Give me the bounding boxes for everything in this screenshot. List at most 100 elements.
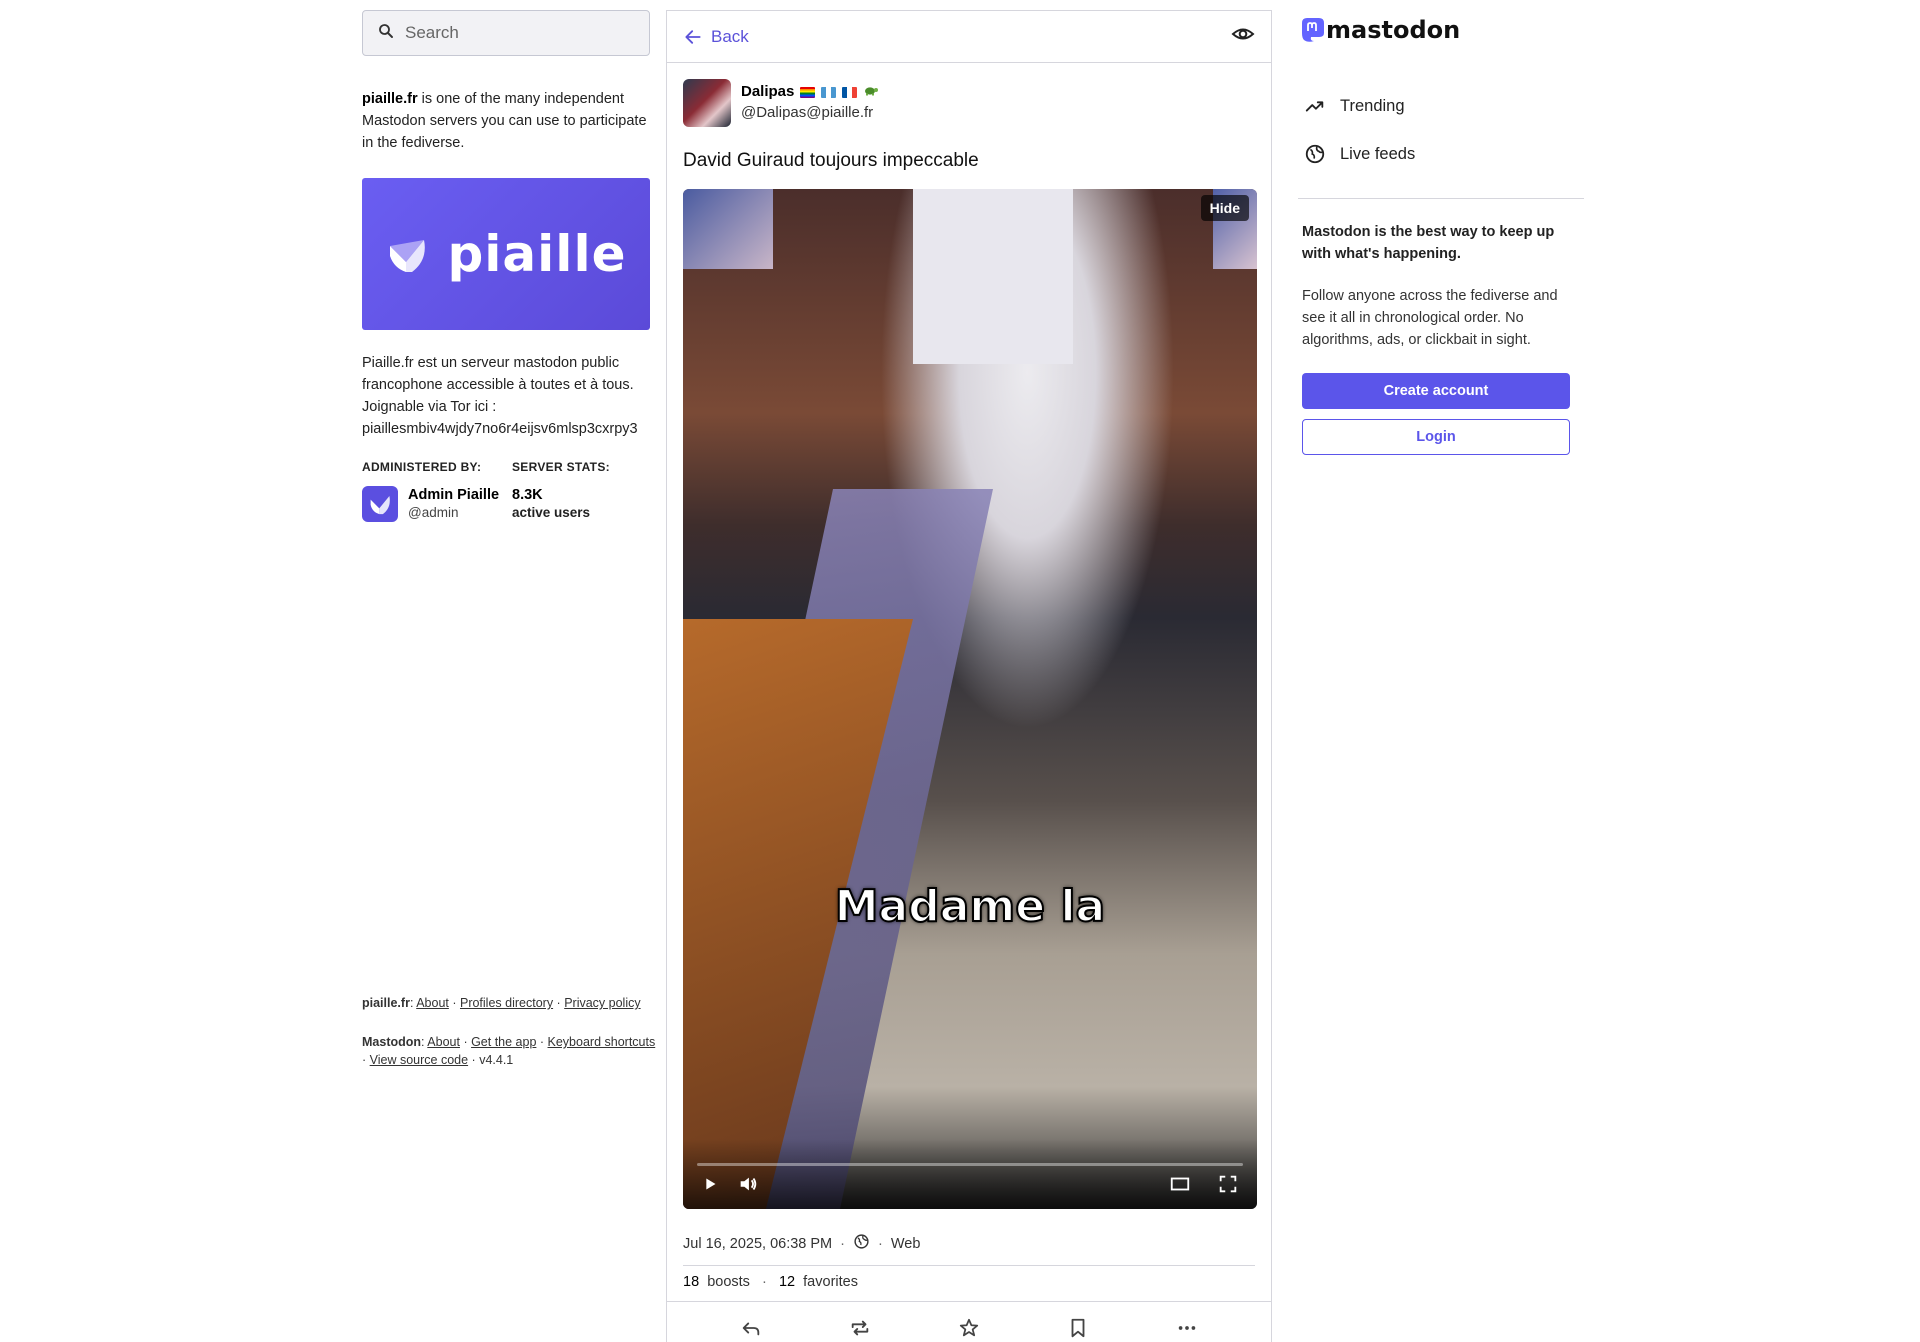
- hide-media-button[interactable]: Hide: [1200, 195, 1249, 221]
- admin-avatar[interactable]: [362, 486, 398, 522]
- admin-account[interactable]: Admin Piaille @admin: [362, 486, 512, 522]
- meta-separator: ·: [877, 1235, 883, 1252]
- video-progress-bar[interactable]: [697, 1163, 1243, 1166]
- mastodon-footer: Mastodon: About · Get the app · Keyboard…: [362, 1035, 656, 1067]
- arrow-left-icon: [685, 29, 701, 44]
- admin-name[interactable]: Admin Piaille: [408, 486, 499, 504]
- reply-icon[interactable]: [731, 1317, 771, 1339]
- volume-icon[interactable]: [737, 1173, 759, 1195]
- footer-version: v4.4.1: [479, 1053, 514, 1067]
- meta-separator: ·: [753, 1274, 775, 1290]
- signup-pitch-title: Mastodon is the best way to keep up with…: [1302, 224, 1555, 262]
- footer-get-app-link[interactable]: Get the app: [471, 1035, 536, 1049]
- boosts-link[interactable]: 18 boosts: [683, 1274, 750, 1290]
- more-icon[interactable]: [1167, 1317, 1207, 1339]
- fullscreen-icon[interactable]: [1217, 1173, 1239, 1195]
- nav-item-live-feeds[interactable]: Live feeds: [1298, 130, 1584, 178]
- status-detail-column: Back Dalipas @Dalipas@piaille.fr David G…: [666, 10, 1272, 1342]
- banner-brand: piaille: [447, 225, 627, 283]
- video-controls: [683, 1139, 1257, 1209]
- signup-pitch-body: Follow anyone across the fediverse and s…: [1302, 288, 1558, 348]
- video-player[interactable]: Madame la Hide: [683, 189, 1257, 1209]
- description-line: Joignable via Tor ici :: [362, 399, 497, 415]
- theater-mode-icon[interactable]: [1169, 1173, 1191, 1195]
- nav-item-label[interactable]: Trending: [1340, 97, 1405, 116]
- navigation: Trending Live feeds: [1298, 82, 1584, 178]
- star-icon[interactable]: [949, 1317, 989, 1339]
- status-counts: 18 boosts · 12 favorites: [683, 1266, 1255, 1290]
- active-users-count: 8.3K: [512, 487, 543, 503]
- account-handle: @Dalipas@piaille.fr: [741, 104, 874, 121]
- piaille-logo-icon: [386, 232, 430, 276]
- favorites-link[interactable]: 12 favorites: [779, 1274, 858, 1290]
- favorites-count[interactable]: 12: [779, 1274, 795, 1290]
- boosts-label[interactable]: boosts: [707, 1274, 750, 1290]
- mastodon-logo[interactable]: mastodon: [1298, 10, 1584, 50]
- administered-by: ADMINISTERED BY: Admin Piaille @admin: [362, 460, 512, 522]
- status-action-bar: [667, 1301, 1271, 1342]
- left-sidebar: piaille.fr is one of the many independen…: [362, 10, 650, 522]
- status: Dalipas @Dalipas@piaille.fr David Guirau…: [667, 63, 1271, 1290]
- favorites-label[interactable]: favorites: [803, 1274, 858, 1290]
- column-header: Back: [667, 11, 1271, 63]
- admin-handle: @admin: [408, 505, 459, 520]
- server-name: piaille.fr: [362, 91, 418, 107]
- rainbow-flag-icon: [800, 86, 816, 98]
- description-line: francophone accessible à toutes et à tou…: [362, 377, 634, 393]
- status-application: Web: [890, 1235, 921, 1252]
- video-frame-detail: [913, 189, 1073, 364]
- nav-item-label[interactable]: Live feeds: [1340, 145, 1415, 164]
- server-meta: ADMINISTERED BY: Admin Piaille @admin SE…: [362, 460, 650, 522]
- divider: [1298, 198, 1584, 199]
- boost-icon[interactable]: [840, 1317, 880, 1339]
- status-timestamp[interactable]: Jul 16, 2025, 06:38 PM: [683, 1236, 832, 1252]
- status-content: David Guiraud toujours impeccable: [683, 150, 979, 171]
- login-button[interactable]: Login: [1302, 419, 1570, 455]
- server-description: Piaille.fr est un serveur mastodon publi…: [362, 352, 650, 440]
- back-button[interactable]: Back: [683, 27, 749, 47]
- active-users-label: active users: [512, 505, 591, 520]
- search-box[interactable]: [362, 10, 650, 56]
- footer-profiles-directory-link[interactable]: Profiles directory: [460, 996, 553, 1010]
- status-author[interactable]: Dalipas @Dalipas@piaille.fr: [683, 79, 1255, 127]
- meta-separator: ·: [840, 1235, 845, 1252]
- server-intro: piaille.fr is one of the many independen…: [362, 88, 650, 154]
- video-frame-detail: [683, 189, 773, 269]
- stats-heading: SERVER STATS:: [512, 460, 610, 474]
- footer-server-label: piaille.fr: [362, 996, 410, 1010]
- bookmark-icon[interactable]: [1058, 1317, 1098, 1339]
- boosts-count[interactable]: 18: [683, 1274, 699, 1290]
- globe-icon: [1305, 144, 1325, 164]
- footer-shortcuts-link[interactable]: Keyboard shortcuts: [548, 1035, 656, 1049]
- france-flag-icon: [842, 86, 858, 98]
- play-icon[interactable]: [699, 1173, 721, 1195]
- footer-about-link[interactable]: About: [416, 996, 449, 1010]
- avatar[interactable]: [683, 79, 731, 127]
- display-name[interactable]: Dalipas: [741, 82, 794, 102]
- footer-mastodon-label: Mastodon: [362, 1035, 422, 1049]
- description-line: Piaille.fr est un serveur mastodon publi…: [362, 355, 620, 371]
- footer-mastodon-about-link[interactable]: About: [427, 1035, 460, 1049]
- status-meta: Jul 16, 2025, 06:38 PM · · Web: [683, 1233, 1255, 1254]
- mastodon-wordmark: mastodon: [1326, 16, 1461, 44]
- nav-item-trending[interactable]: Trending: [1298, 82, 1584, 130]
- search-icon: [377, 22, 405, 45]
- search-input[interactable]: [405, 23, 605, 43]
- eye-icon[interactable]: [1231, 22, 1255, 51]
- guatemala-flag-icon: [821, 86, 837, 98]
- back-label[interactable]: Back: [711, 27, 749, 47]
- right-sidebar: mastodon Trending Live feeds Mastodon is…: [1298, 10, 1584, 455]
- turtle-icon: [863, 82, 879, 102]
- video-subtitle: Madame la: [834, 880, 1106, 933]
- globe-icon: [853, 1233, 870, 1254]
- trending-icon: [1305, 101, 1324, 112]
- server-banner: piaille: [362, 178, 650, 330]
- footer-privacy-link[interactable]: Privacy policy: [564, 996, 640, 1010]
- description-line: piaillesmbiv4wjdy7no6r4eijsv6mlsp3cxrpy3: [362, 421, 638, 437]
- server-footer: piaille.fr: About · Profiles directory ·…: [362, 996, 641, 1010]
- piaille-logo-icon: [370, 496, 390, 515]
- administered-heading: ADMINISTERED BY:: [362, 460, 482, 474]
- create-account-button[interactable]: Create account: [1302, 373, 1570, 409]
- display-name-line[interactable]: Dalipas: [741, 82, 879, 102]
- footer-source-code-link[interactable]: View source code: [370, 1053, 468, 1067]
